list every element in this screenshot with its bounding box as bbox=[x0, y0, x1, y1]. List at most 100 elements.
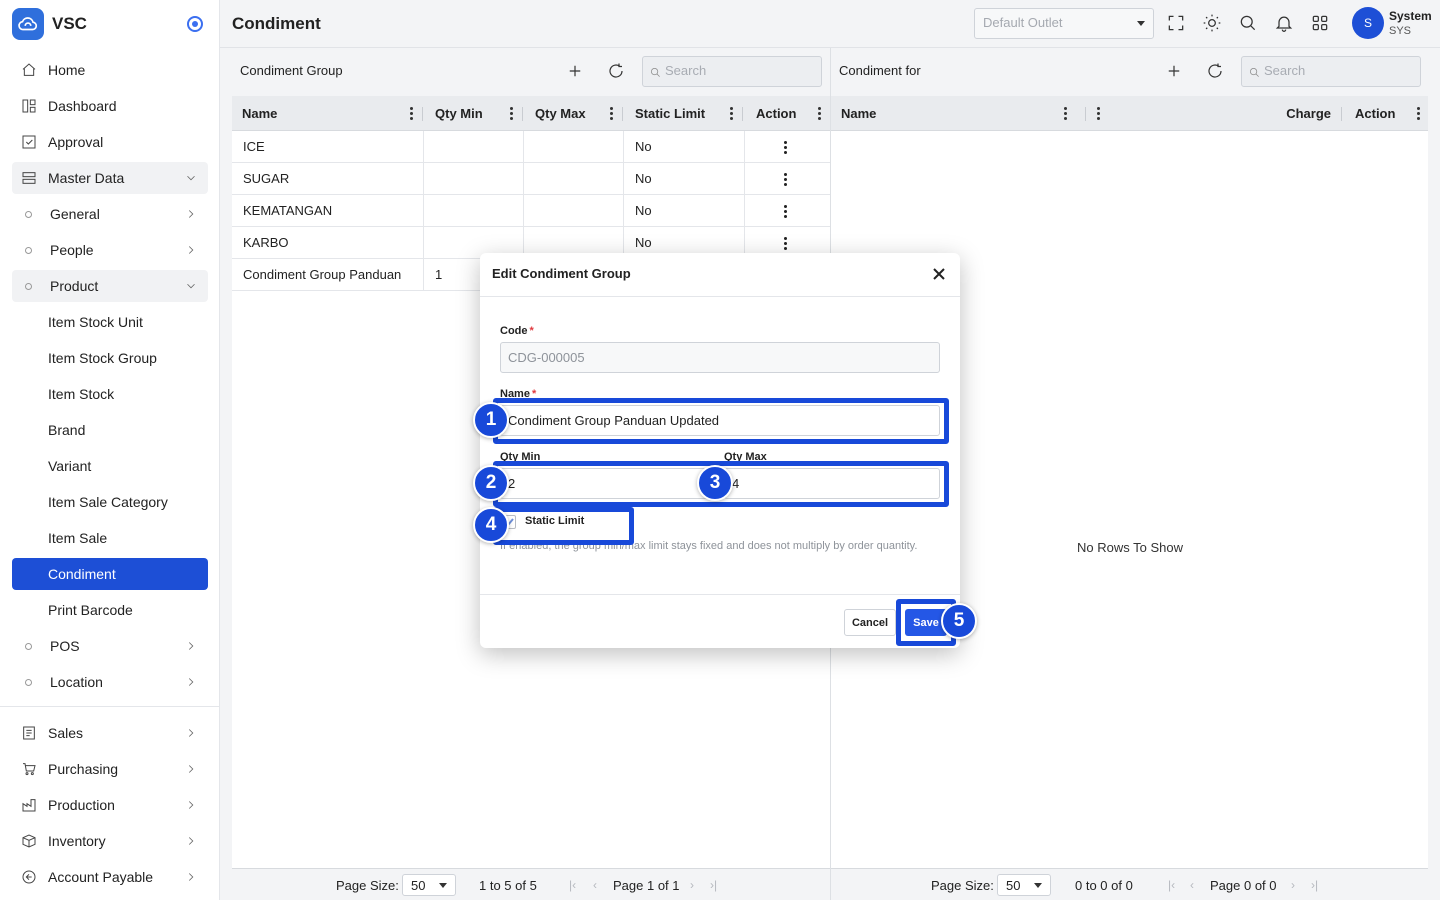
previous-page-icon[interactable]: ‹ bbox=[593, 878, 605, 892]
column-menu-icon[interactable] bbox=[730, 107, 734, 120]
top-header: Condiment Default Outlet S System SYS bbox=[220, 0, 1440, 48]
table-row[interactable]: SUGAR No bbox=[232, 163, 830, 195]
sidebar-item-item-sale-category[interactable]: Item Sale Category bbox=[12, 486, 208, 518]
column-header-action[interactable]: Action bbox=[746, 96, 830, 131]
sidebar-item-home[interactable]: Home bbox=[12, 54, 208, 86]
previous-page-icon[interactable]: ‹ bbox=[1190, 878, 1202, 892]
column-header-name[interactable]: Name bbox=[831, 96, 1076, 131]
column-separator[interactable] bbox=[522, 107, 523, 121]
sidebar-item-sales[interactable]: Sales bbox=[12, 717, 208, 749]
page-size-select[interactable]: 50 bbox=[402, 874, 456, 896]
page-title: Condiment bbox=[232, 14, 321, 33]
code-field[interactable] bbox=[500, 342, 940, 373]
add-icon[interactable] bbox=[566, 62, 586, 82]
sidebar-item-brand[interactable]: Brand bbox=[12, 414, 208, 446]
add-icon[interactable] bbox=[1165, 62, 1185, 82]
row-action-menu-icon[interactable] bbox=[784, 173, 788, 187]
cancel-button[interactable]: Cancel bbox=[844, 609, 896, 636]
arrow-circle-left-icon bbox=[20, 868, 38, 886]
row-action-menu-icon[interactable] bbox=[784, 205, 788, 219]
close-icon[interactable] bbox=[932, 267, 946, 281]
sidebar-item-dashboard[interactable]: Dashboard bbox=[12, 90, 208, 122]
theme-sun-icon[interactable] bbox=[1202, 13, 1222, 33]
sidebar-item-product[interactable]: Product bbox=[12, 270, 208, 302]
circle-bullet-icon bbox=[25, 246, 32, 254]
sidebar-item-condiment[interactable]: Condiment bbox=[12, 558, 208, 590]
sidebar-item-item-stock[interactable]: Item Stock bbox=[12, 378, 208, 410]
sidebar-item-item-sale[interactable]: Item Sale bbox=[12, 522, 208, 554]
last-page-icon[interactable]: ›| bbox=[710, 878, 722, 892]
panel-header: Condiment Group bbox=[232, 48, 830, 96]
column-separator[interactable] bbox=[742, 107, 743, 121]
sidebar-pin-toggle[interactable] bbox=[187, 16, 203, 32]
code-label-text: Code bbox=[500, 325, 528, 337]
sidebar-item-general[interactable]: General bbox=[12, 198, 208, 230]
page-size-select[interactable]: 50 bbox=[997, 874, 1051, 896]
qty-max-field[interactable] bbox=[724, 468, 940, 499]
next-page-icon[interactable]: › bbox=[690, 878, 702, 892]
sidebar-item-production[interactable]: Production bbox=[12, 789, 208, 821]
column-menu-icon[interactable] bbox=[1417, 107, 1421, 120]
column-header-name[interactable]: Name bbox=[232, 96, 422, 131]
name-field[interactable] bbox=[500, 405, 940, 436]
condiment-group-search[interactable] bbox=[642, 56, 822, 87]
qty-min-field[interactable] bbox=[500, 468, 716, 499]
search-input[interactable] bbox=[1264, 63, 1414, 78]
grid-header: Name Qty Min Qty Max Static Limit Action bbox=[232, 96, 830, 131]
refresh-icon[interactable] bbox=[1206, 62, 1226, 82]
column-menu-icon[interactable] bbox=[1097, 107, 1101, 120]
sidebar-item-approval[interactable]: Approval bbox=[12, 126, 208, 158]
column-menu-icon[interactable] bbox=[610, 107, 614, 120]
bell-icon[interactable] bbox=[1274, 13, 1294, 33]
column-header-charge[interactable]: Charge bbox=[1261, 96, 1341, 131]
column-header-action[interactable]: Action bbox=[1345, 96, 1429, 131]
sidebar-item-label: Dashboard bbox=[48, 98, 117, 114]
sidebar-item-print-barcode[interactable]: Print Barcode bbox=[12, 594, 208, 626]
column-menu-icon[interactable] bbox=[818, 107, 822, 120]
column-separator[interactable] bbox=[1085, 107, 1086, 121]
column-header-qty-max[interactable]: Qty Max bbox=[525, 96, 622, 131]
table-row[interactable]: KEMATANGAN No bbox=[232, 195, 830, 227]
search-input[interactable] bbox=[665, 63, 815, 78]
sidebar-item-variant[interactable]: Variant bbox=[12, 450, 208, 482]
first-page-icon[interactable]: |‹ bbox=[1168, 878, 1180, 892]
outlet-select[interactable]: Default Outlet bbox=[974, 8, 1154, 39]
column-header-static-limit[interactable]: Static Limit bbox=[625, 96, 742, 131]
sidebar-item-purchasing[interactable]: Purchasing bbox=[12, 753, 208, 785]
circle-bullet-icon bbox=[25, 642, 32, 650]
column-menu-icon[interactable] bbox=[510, 107, 514, 120]
column-separator[interactable] bbox=[622, 107, 623, 121]
qty-max-label: Qty Max bbox=[724, 451, 767, 463]
row-action-menu-icon[interactable] bbox=[784, 141, 788, 155]
row-action-menu-icon[interactable] bbox=[784, 237, 788, 251]
user-menu[interactable]: S System SYS bbox=[1352, 7, 1440, 41]
column-separator[interactable] bbox=[422, 107, 423, 121]
sidebar-item-account-payable[interactable]: Account Payable bbox=[12, 861, 208, 893]
fullscreen-icon[interactable] bbox=[1166, 13, 1186, 33]
sidebar-item-pos[interactable]: POS bbox=[12, 630, 208, 662]
sidebar-item-item-stock-unit[interactable]: Item Stock Unit bbox=[12, 306, 208, 338]
condiment-for-search[interactable] bbox=[1241, 56, 1421, 87]
first-page-icon[interactable]: |‹ bbox=[569, 878, 581, 892]
column-menu-icon[interactable] bbox=[410, 107, 414, 120]
column-header-qty-min[interactable]: Qty Min bbox=[425, 96, 522, 131]
sidebar-item-inventory[interactable]: Inventory bbox=[12, 825, 208, 857]
sidebar-item-label: Inventory bbox=[48, 833, 106, 849]
column-separator[interactable] bbox=[1341, 107, 1342, 121]
column-menu-icon[interactable] bbox=[1064, 107, 1068, 120]
sidebar-item-people[interactable]: People bbox=[12, 234, 208, 266]
sidebar-item-label: Location bbox=[50, 674, 103, 690]
sidebar-item-item-stock-group[interactable]: Item Stock Group bbox=[12, 342, 208, 374]
cell-static-limit: No bbox=[624, 195, 745, 227]
sidebar-item-master-data[interactable]: Master Data bbox=[12, 162, 208, 194]
search-icon[interactable] bbox=[1238, 13, 1258, 33]
table-row[interactable]: ICE No bbox=[232, 131, 830, 163]
sidebar-item-location[interactable]: Location bbox=[12, 666, 208, 698]
column-header-blank[interactable] bbox=[1089, 96, 1109, 131]
refresh-icon[interactable] bbox=[607, 62, 627, 82]
apps-grid-icon[interactable] bbox=[1310, 13, 1330, 33]
next-page-icon[interactable]: › bbox=[1291, 878, 1303, 892]
last-page-icon[interactable]: ›| bbox=[1311, 878, 1323, 892]
dialog-footer: Cancel Save bbox=[480, 594, 960, 648]
sidebar-item-label: Product bbox=[50, 278, 99, 294]
